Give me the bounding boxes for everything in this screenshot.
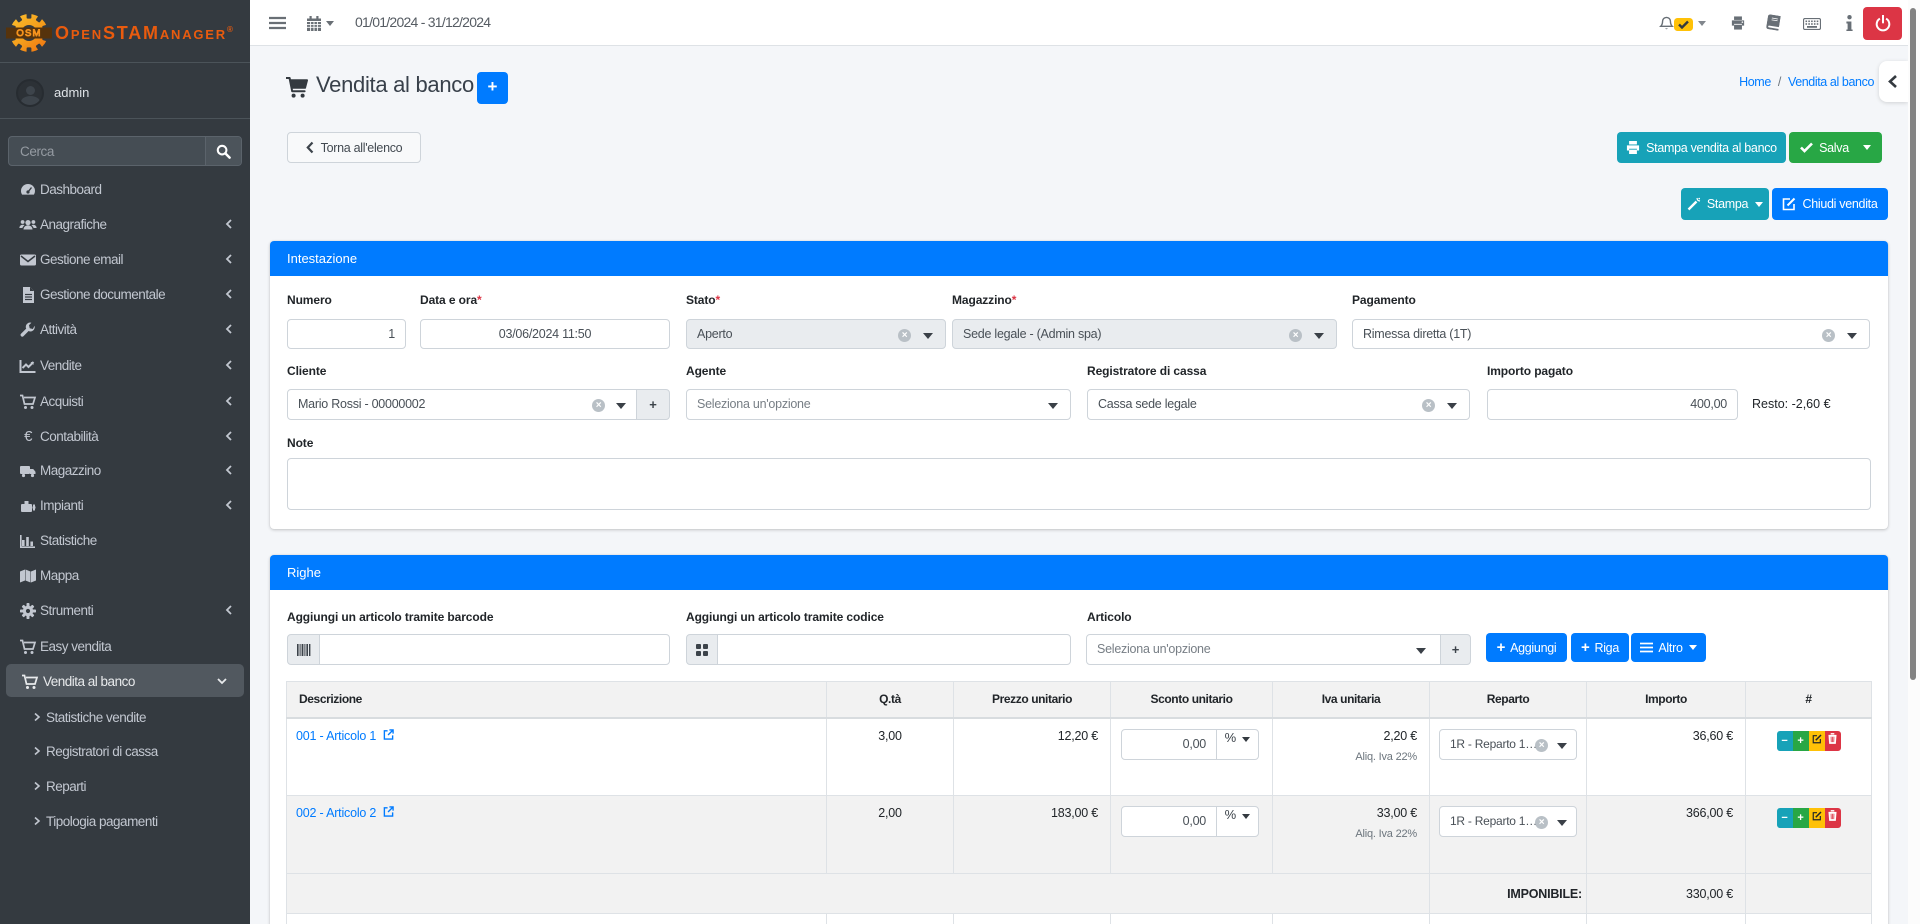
svg-text:OSM: OSM	[16, 28, 41, 39]
